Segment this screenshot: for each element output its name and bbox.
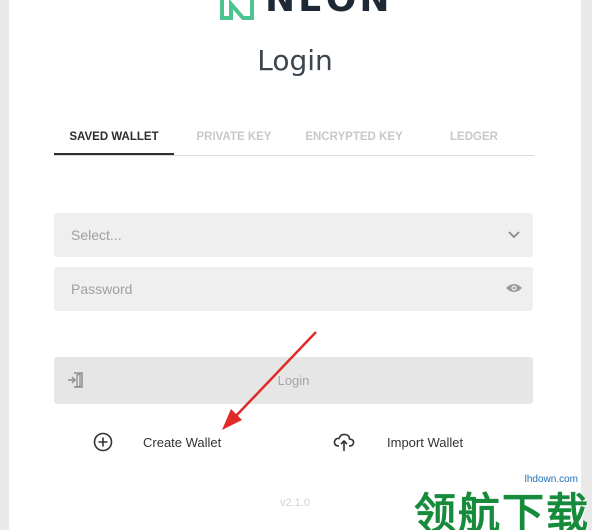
eye-icon[interactable] (505, 281, 523, 295)
watermark-text: 领航下载 (414, 489, 591, 530)
wallet-select-placeholder: Select... (71, 227, 122, 243)
chevron-down-icon (508, 231, 520, 239)
tab-encrypted-key[interactable]: ENCRYPTED KEY (294, 126, 414, 155)
login-button-label: Login (277, 373, 310, 388)
tab-saved-wallet[interactable]: SAVED WALLET (54, 126, 174, 155)
neon-logo-icon (220, 0, 254, 20)
plus-circle-icon (93, 432, 113, 452)
password-placeholder: Password (71, 281, 133, 297)
neon-logo: NEON (219, 0, 392, 22)
login-tabs: SAVED WALLET PRIVATE KEY ENCRYPTED KEY L… (54, 126, 534, 156)
tab-ledger[interactable]: LEDGER (414, 126, 534, 155)
create-wallet-button[interactable]: Create Wallet (93, 432, 221, 452)
create-wallet-label: Create Wallet (143, 434, 222, 450)
cloud-upload-icon (333, 433, 355, 451)
login-card: NEON Login SAVED WALLET PRIVATE KEY ENCR… (9, 0, 581, 530)
import-wallet-label: Import Wallet (387, 434, 464, 450)
site-watermark: lhdown.com 领航下载 (404, 470, 592, 530)
logo-text: NEON (265, 0, 392, 22)
version-label: v2.1.0 (280, 497, 310, 509)
page-title: Login (257, 44, 333, 77)
tab-private-key[interactable]: PRIVATE KEY (174, 126, 294, 155)
wallet-select[interactable]: Select... (54, 213, 533, 257)
login-button[interactable]: Login (54, 357, 533, 404)
import-wallet-button[interactable]: Import Wallet (333, 432, 463, 452)
password-field[interactable]: Password (54, 267, 533, 311)
